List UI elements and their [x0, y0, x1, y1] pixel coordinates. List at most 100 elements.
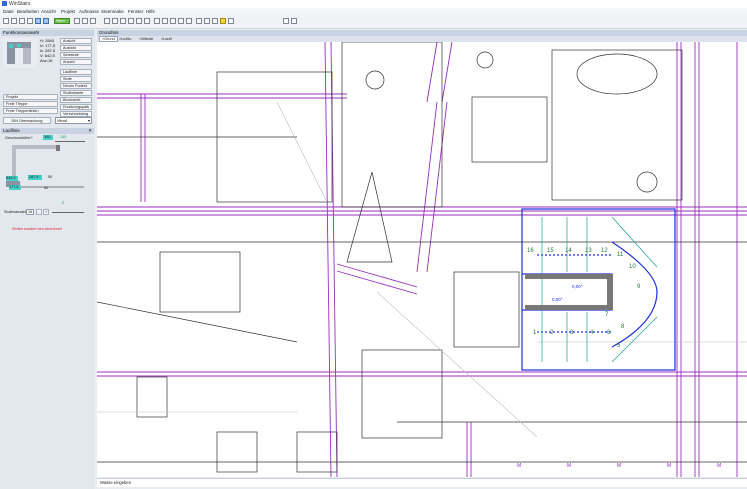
tab-lauft[interactable]: >Lauft	[161, 37, 172, 41]
tab-lichtu[interactable]: >Lichtu	[119, 37, 131, 41]
wrench-icon[interactable]	[196, 18, 202, 24]
lauflinie-button[interactable]: Lauflinie	[60, 69, 92, 75]
zoom-icon[interactable]	[90, 18, 96, 24]
step-label-2: 2	[550, 330, 554, 336]
folder-icon[interactable]	[220, 18, 226, 24]
app-title: WinStairs	[9, 1, 31, 7]
marker-m-1: M	[517, 463, 521, 469]
new-file-icon[interactable]	[3, 18, 9, 24]
lauflinie-diagram	[6, 145, 84, 188]
step-label-11: 11	[617, 252, 624, 258]
status-text: Wasse eingeben	[100, 480, 132, 485]
text-icon[interactable]	[104, 18, 110, 24]
wand-select[interactable]: Vitrad ▾	[55, 117, 92, 124]
neues-podest-button[interactable]: Neues Podest	[60, 83, 92, 89]
left-panel: Funktionsauswahl H: 2840 lv: 177,5 lv: 2…	[0, 29, 95, 489]
geschosshoehe-field[interactable]: 100	[43, 135, 53, 140]
toolbar: Steps	[0, 15, 747, 29]
geschosshoehe-value2: 240	[60, 135, 67, 139]
stufenanzahl-plus-button[interactable]: +	[43, 209, 49, 215]
save-icon[interactable]	[19, 18, 25, 24]
arrow-icon[interactable]	[162, 18, 168, 24]
anzahl-button[interactable]: Anzahl	[60, 59, 92, 65]
field-v4[interactable]: 177,5	[9, 185, 21, 190]
menu-projekt[interactable]: Projekt	[61, 9, 75, 14]
measure-icon[interactable]	[178, 18, 184, 24]
move-icon[interactable]	[82, 18, 88, 24]
menu-fenster[interactable]: Fenster	[128, 9, 143, 14]
ausfahr-button[interactable]: Ausfahr	[60, 45, 92, 51]
menu-steenmake[interactable]: Steenmake	[101, 9, 124, 14]
rect-icon[interactable]	[128, 18, 134, 24]
menu-datei[interactable]: Datei	[3, 9, 14, 14]
settings-icon[interactable]	[228, 18, 234, 24]
arc-icon[interactable]	[120, 18, 126, 24]
snap-icon[interactable]	[212, 18, 218, 24]
undo-icon[interactable]	[35, 18, 41, 24]
setzstufe-button[interactable]: Setzstufe	[60, 52, 92, 58]
step-label-6: 6	[607, 330, 611, 336]
step-label-1: 1	[533, 330, 537, 336]
ersatzungspatk-button[interactable]: Ersatzungspatk	[60, 104, 92, 110]
menu-bearbeiten[interactable]: Bearbeiten	[17, 9, 39, 14]
menu-aufmasse[interactable]: Aufmasse	[79, 9, 99, 14]
din-ueberwachung-button[interactable]: DIN Überwachung	[3, 117, 51, 124]
stufenanzahl-minus-button[interactable]: -	[36, 209, 42, 215]
field-v2: 50	[48, 175, 53, 179]
select-icon[interactable]	[74, 18, 80, 24]
status-bar: Wasse eingeben	[97, 478, 747, 487]
step-label-5: 5	[617, 343, 621, 349]
freie-treppenlinien-button[interactable]: Freie Treppenlinien	[3, 108, 58, 114]
stufenkante-button[interactable]: Stufenkante	[60, 90, 92, 96]
step-label-10: 10	[629, 264, 636, 270]
line-icon[interactable]	[112, 18, 118, 24]
cut-icon[interactable]	[170, 18, 176, 24]
marker-m-5: M	[717, 463, 721, 469]
stair-thumbnail	[3, 38, 37, 68]
stufenanzahl-slider[interactable]	[52, 212, 84, 213]
step-label-15: 15	[547, 248, 554, 254]
step-label-8: 8	[621, 324, 625, 330]
step-label-16: 16	[527, 248, 534, 254]
menu-hilfe[interactable]: Hilfe	[146, 9, 155, 14]
redo-icon[interactable]	[43, 18, 49, 24]
open-file-icon[interactable]	[11, 18, 17, 24]
stufenanzahl-input[interactable]: 16	[26, 209, 34, 215]
pause-icon[interactable]	[154, 18, 160, 24]
step-label-7: 7	[605, 312, 609, 318]
marker-m-3: M	[617, 463, 621, 469]
list-view-icon[interactable]	[283, 18, 289, 24]
tab-waende[interactable]: >Wände	[139, 37, 153, 41]
step-label-13: 13	[585, 248, 592, 254]
geschosshoehe-slider[interactable]	[55, 141, 85, 142]
marker-m-4: M	[667, 463, 671, 469]
menu-bar: Datei Bearbeiten Ansicht Projekt Aufmass…	[0, 8, 747, 15]
blockstufe-button[interactable]: Blockstufe	[60, 97, 92, 103]
grid-icon[interactable]	[204, 18, 210, 24]
mirror-icon[interactable]	[186, 18, 192, 24]
field-v1[interactable]: 287,5	[28, 175, 42, 180]
error-message: Stufen wurden neu berechnet	[12, 227, 62, 231]
summary-anz: Anz:16	[40, 58, 53, 63]
print-icon[interactable]	[27, 18, 33, 24]
panel-header-funktionsauswahl: Funktionsauswahl	[1, 30, 94, 36]
step-label-12: 12	[601, 248, 608, 254]
layout-icon[interactable]	[291, 18, 297, 24]
angle-label-top: 0,00°	[572, 284, 583, 289]
angle-label-bottom: 0,00°	[552, 297, 563, 302]
stair-icon[interactable]	[136, 18, 142, 24]
close-icon[interactable]: ✕	[88, 128, 92, 134]
wall-icon[interactable]	[144, 18, 150, 24]
app-logo-icon	[2, 1, 7, 6]
field-v3[interactable]: 642,5	[6, 176, 18, 181]
steps-button[interactable]: Steps	[54, 18, 70, 24]
menu-ansicht[interactable]: Ansicht	[41, 9, 56, 14]
step-label-14: 14	[565, 248, 572, 254]
stufe-button[interactable]: Stufe	[60, 76, 92, 82]
title-bar: WinStairs	[0, 0, 747, 8]
drawing-canvas[interactable]: 16 15 14 13 12 11 10 9 8 7 6 5 4 3 2 1 0…	[97, 42, 747, 477]
freie-treppe-button[interactable]: Freie Treppe	[3, 101, 58, 107]
geschosshoehe-label: Geschosshöhe?	[5, 136, 33, 140]
projekt-button[interactable]: Projekt	[3, 94, 58, 100]
ansicht-button[interactable]: Ansicht	[60, 38, 92, 44]
